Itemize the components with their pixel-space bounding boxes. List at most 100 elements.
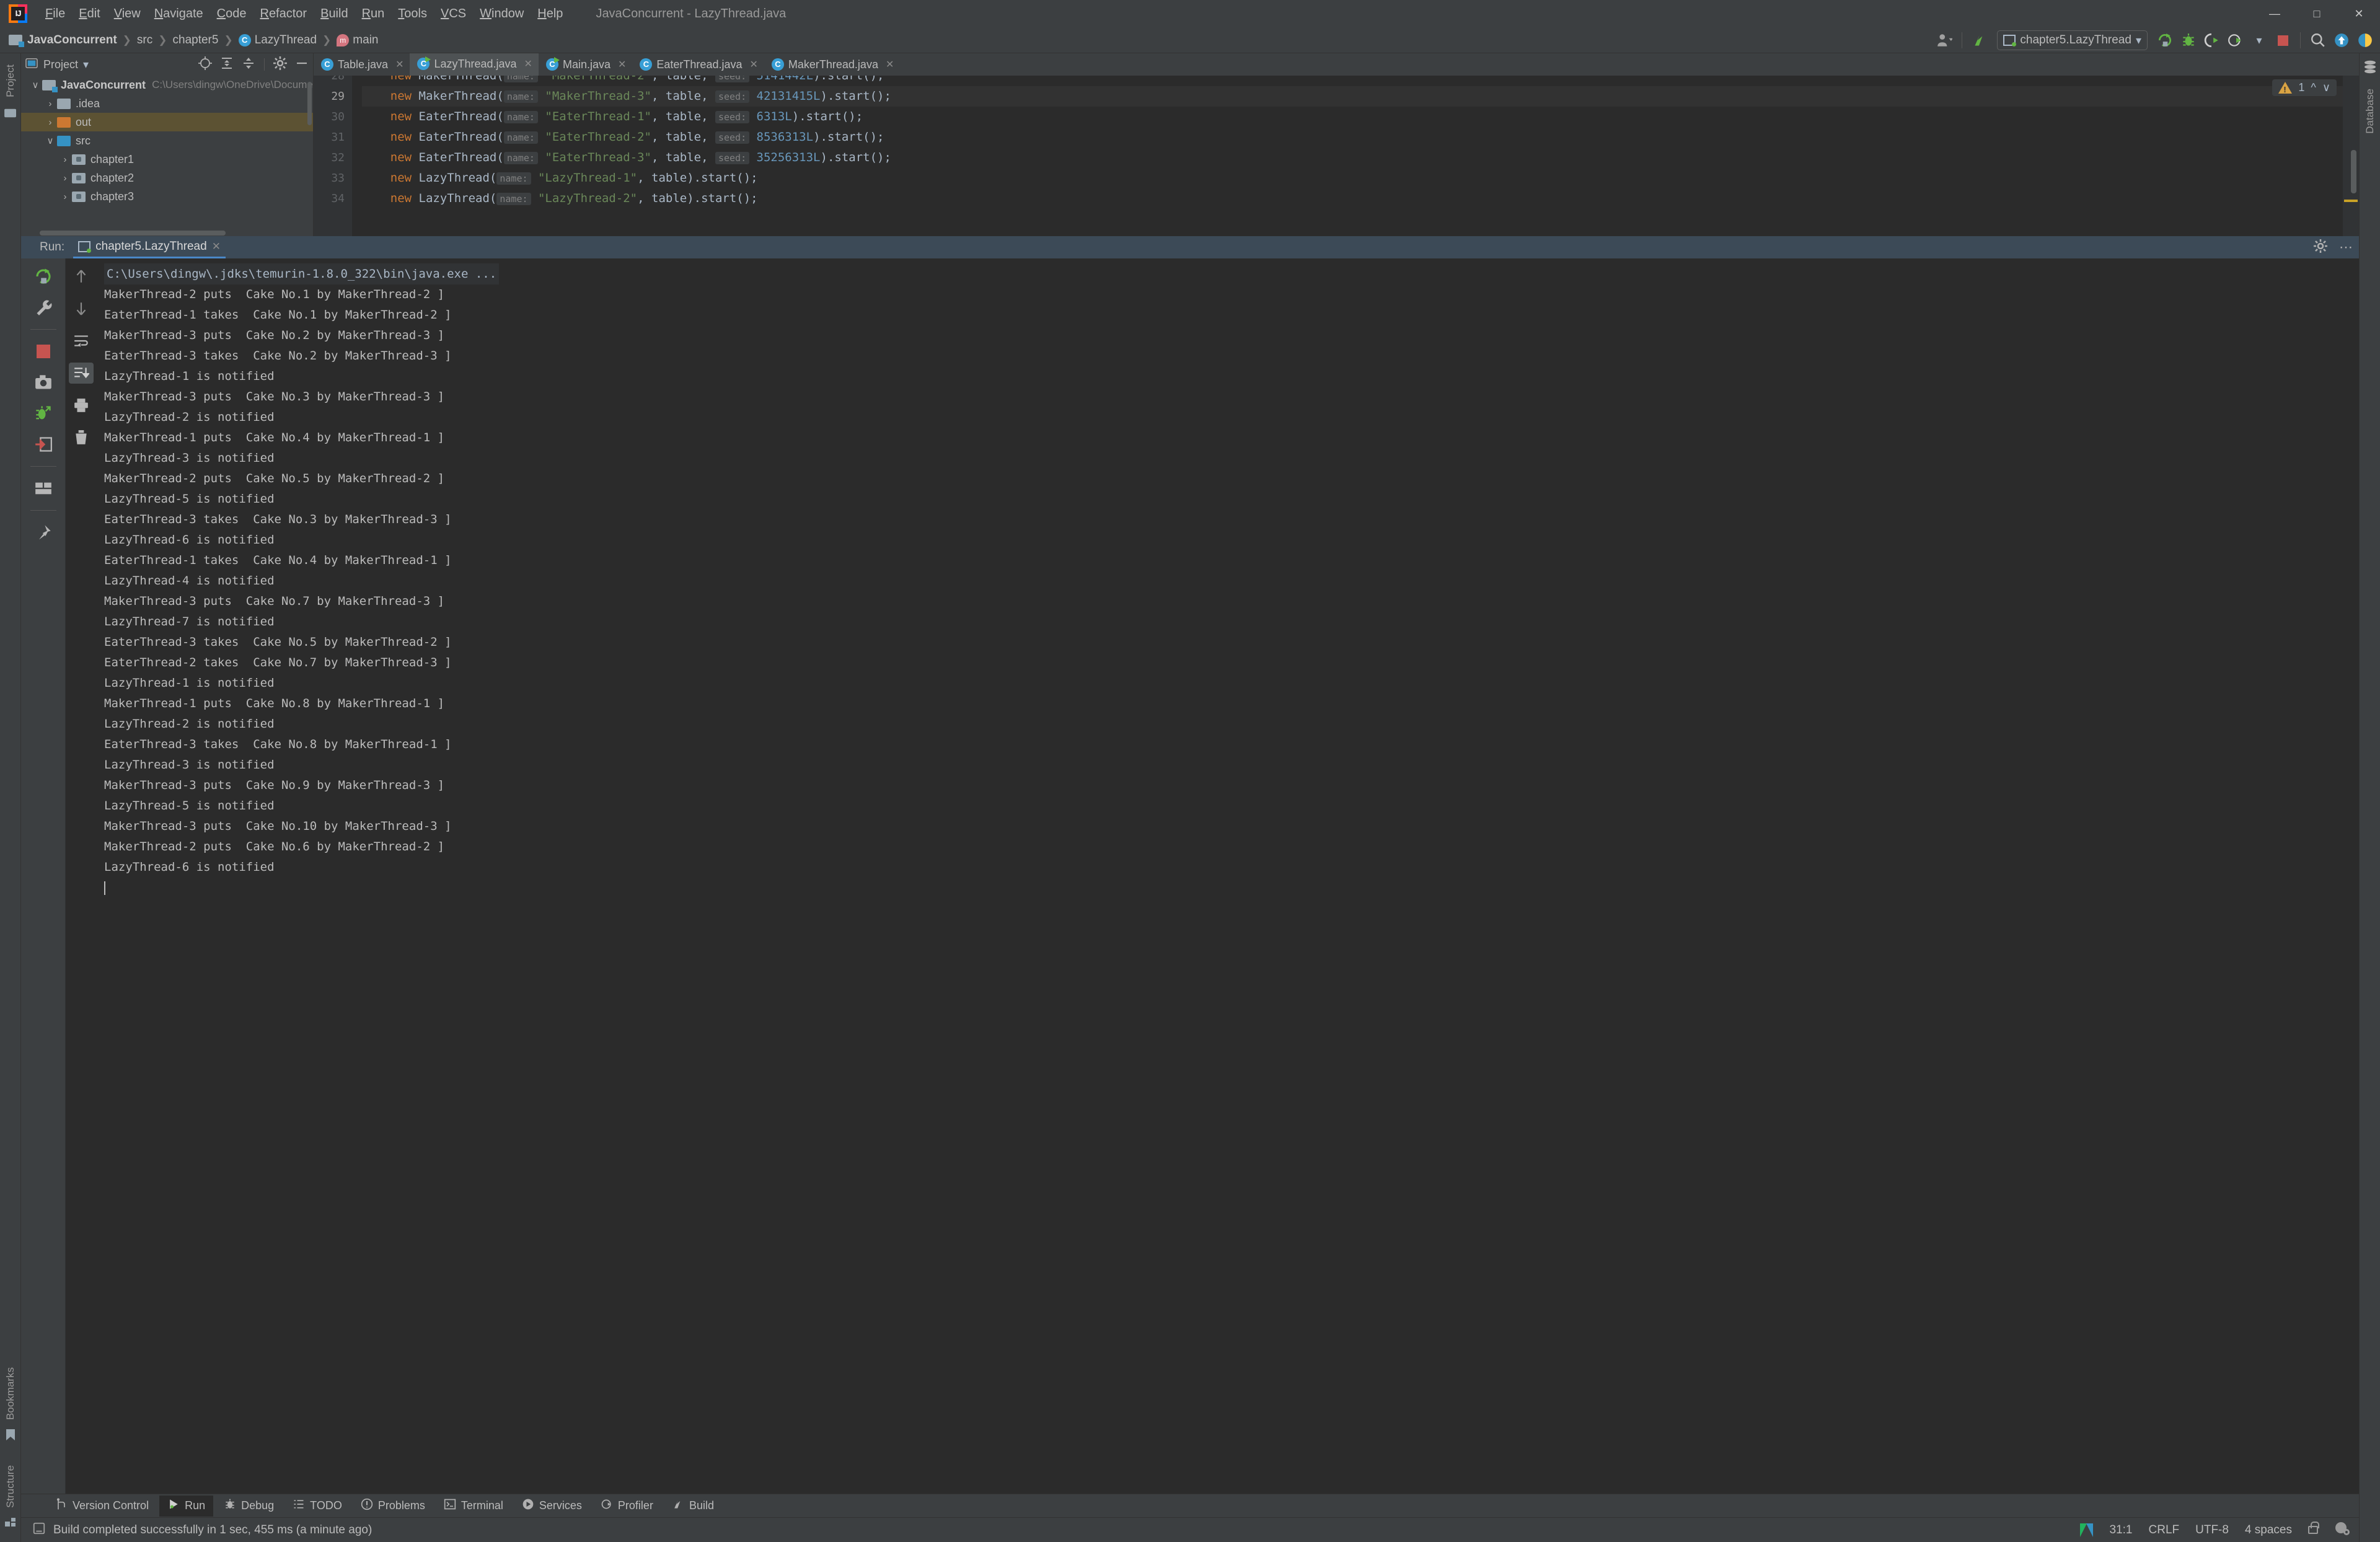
export-icon[interactable] [31, 434, 56, 455]
chevron-right-icon[interactable]: › [43, 117, 57, 128]
code-line[interactable]: new MakerThread(name: "MakerThread-2", t… [362, 76, 2359, 86]
tree-node-chapter2[interactable]: › chapter2 [21, 169, 313, 187]
tree-node-javaconcurrent[interactable]: ∨ JavaConcurrent C:\Users\dingw\OneDrive\D… [21, 76, 313, 94]
inspection-widget[interactable]: 1 ^ ∨ [2272, 79, 2337, 96]
minimize-button[interactable]: — [2254, 0, 2296, 27]
chevron-down-icon[interactable]: ∨ [43, 135, 57, 146]
tool-window-button-version-control[interactable]: Version Control [47, 1496, 157, 1517]
chevron-right-icon[interactable]: › [58, 154, 72, 165]
close-icon[interactable]: ✕ [618, 58, 626, 71]
soft-wrap-icon[interactable] [69, 330, 94, 351]
code-line[interactable]: new EaterThread(name: "EaterThread-3", t… [362, 148, 2359, 168]
build-icon[interactable] [1968, 29, 1991, 51]
help-settings-icon[interactable] [2334, 1521, 2350, 1539]
wrench-icon[interactable] [31, 297, 56, 318]
menu-item-vcs[interactable]: VCS [434, 0, 473, 27]
unlocked-icon[interactable] [2308, 1522, 2319, 1534]
tool-window-button-run[interactable]: Run [159, 1495, 214, 1517]
debug-icon[interactable] [31, 403, 56, 424]
maximize-button[interactable]: □ [2296, 0, 2338, 27]
run-with-coverage-button[interactable] [2201, 29, 2223, 51]
indent-setting[interactable]: 4 spaces [2245, 1523, 2292, 1537]
project-tree[interactable]: ∨ JavaConcurrent C:\Users\dingw\OneDrive\D… [21, 76, 313, 236]
locate-icon[interactable] [198, 56, 213, 74]
more-options-icon[interactable]: ⋯ [2339, 239, 2353, 255]
print-icon[interactable] [69, 395, 94, 416]
tree-node-chapter3[interactable]: › chapter3 [21, 187, 313, 206]
run-tab[interactable]: chapter5.LazyThread ✕ [73, 236, 226, 258]
editor-tab-main[interactable]: Main.java ✕ [539, 53, 632, 76]
gear-icon[interactable] [2313, 239, 2328, 257]
chevron-down-icon[interactable]: ∨ [29, 79, 42, 90]
chevron-right-icon[interactable]: › [43, 99, 57, 109]
code-content[interactable]: new MakerThread(name: "MakerThread-2", t… [352, 76, 2359, 236]
close-icon[interactable]: ✕ [395, 58, 403, 71]
line-separator[interactable]: CRLF [2149, 1523, 2180, 1537]
editor-tab-lazythread[interactable]: LazyThread.java ✕ [410, 53, 539, 76]
project-tree-scrollbar[interactable] [307, 82, 312, 125]
menu-item-tools[interactable]: Tools [391, 0, 434, 27]
chevron-right-icon[interactable]: › [58, 173, 72, 183]
close-icon[interactable]: ✕ [749, 58, 757, 71]
user-icon[interactable] [1933, 29, 1955, 51]
menu-item-build[interactable]: Build [314, 0, 355, 27]
search-icon[interactable] [2307, 29, 2329, 51]
close-icon[interactable]: ✕ [886, 58, 894, 71]
chevron-down-icon[interactable]: ▾ [2248, 29, 2270, 51]
chevron-down-icon[interactable]: ∨ [2322, 81, 2330, 94]
close-icon[interactable]: ✕ [212, 240, 221, 253]
caret-position[interactable]: 31:1 [2110, 1523, 2133, 1537]
code-line[interactable]: new MakerThread(name: "MakerThread-3", t… [362, 86, 2359, 107]
up-icon[interactable] [69, 266, 94, 287]
editor-tab-table[interactable]: Table.java ✕ [314, 53, 410, 76]
breadcrumb-item-lazythread[interactable]: LazyThread [238, 33, 317, 47]
collapse-all-icon[interactable] [241, 56, 256, 74]
tool-window-button-todo[interactable]: TODO [284, 1496, 350, 1517]
run-button[interactable] [2154, 29, 2176, 51]
scroll-to-end-icon[interactable] [69, 363, 94, 384]
close-icon[interactable]: ✕ [524, 58, 532, 70]
menu-item-refactor[interactable]: Refactor [253, 0, 314, 27]
tool-window-button-profiler[interactable]: Profiler [593, 1496, 661, 1517]
code-line[interactable]: new EaterThread(name: "EaterThread-2", t… [362, 127, 2359, 148]
editor-scrollbar[interactable] [2351, 150, 2356, 193]
breadcrumb-item-javaconcurrent[interactable]: JavaConcurrent [9, 33, 117, 47]
expand-all-icon[interactable] [219, 56, 234, 74]
chevron-right-icon[interactable]: › [58, 192, 72, 202]
menu-item-run[interactable]: Run [355, 0, 392, 27]
sidebar-item-project[interactable]: Project [4, 64, 17, 97]
stop-icon[interactable] [31, 341, 56, 362]
tool-window-button-build[interactable]: Build [664, 1496, 722, 1517]
project-tree-hscrollbar[interactable] [40, 231, 226, 236]
code-line[interactable]: new LazyThread(name: "LazyThread-2", tab… [362, 188, 2359, 209]
layout-icon[interactable] [31, 478, 56, 499]
code-editor[interactable]: 28 29 30 31 32 33 34 new MakerThread(name: "Ma… [314, 76, 2359, 236]
breadcrumb-item-chapter5[interactable]: chapter5 [173, 33, 219, 47]
updates-icon[interactable] [2330, 29, 2353, 51]
menu-item-view[interactable]: View [107, 0, 148, 27]
tree-node-out[interactable]: › out [21, 113, 313, 131]
tree-node-chapter1[interactable]: › chapter1 [21, 150, 313, 169]
pin-icon[interactable] [31, 522, 56, 543]
run-configuration-selector[interactable]: chapter5.LazyThread ▾ [1997, 30, 2148, 50]
close-button[interactable]: ✕ [2338, 0, 2380, 27]
menu-item-navigate[interactable]: Navigate [148, 0, 210, 27]
chevron-up-icon[interactable]: ^ [2311, 81, 2316, 94]
menu-item-code[interactable]: Code [210, 0, 253, 27]
code-line[interactable]: new EaterThread(name: "EaterThread-1", t… [362, 107, 2359, 127]
profile-button[interactable] [2224, 29, 2247, 51]
menu-item-help[interactable]: Help [531, 0, 570, 27]
ide-icon[interactable] [2354, 29, 2376, 51]
sidebar-item-structure[interactable]: Structure [4, 1465, 17, 1508]
file-encoding[interactable]: UTF-8 [2195, 1523, 2229, 1537]
editor-tab-makerthread[interactable]: MakerThread.java ✕ [764, 53, 900, 76]
warning-stripe[interactable] [2344, 200, 2358, 202]
menu-item-window[interactable]: Window [473, 0, 531, 27]
breadcrumb-item-src[interactable]: src [137, 33, 152, 47]
tool-window-button-services[interactable]: Services [514, 1496, 590, 1517]
clear-all-icon[interactable] [69, 427, 94, 448]
validation-icon[interactable] [2079, 1523, 2094, 1537]
stop-button[interactable] [2272, 29, 2294, 51]
rerun-icon[interactable] [31, 266, 56, 287]
console-output[interactable]: C:\Users\dingw\.jdks\temurin-1.8.0_322\b… [97, 258, 2359, 1494]
